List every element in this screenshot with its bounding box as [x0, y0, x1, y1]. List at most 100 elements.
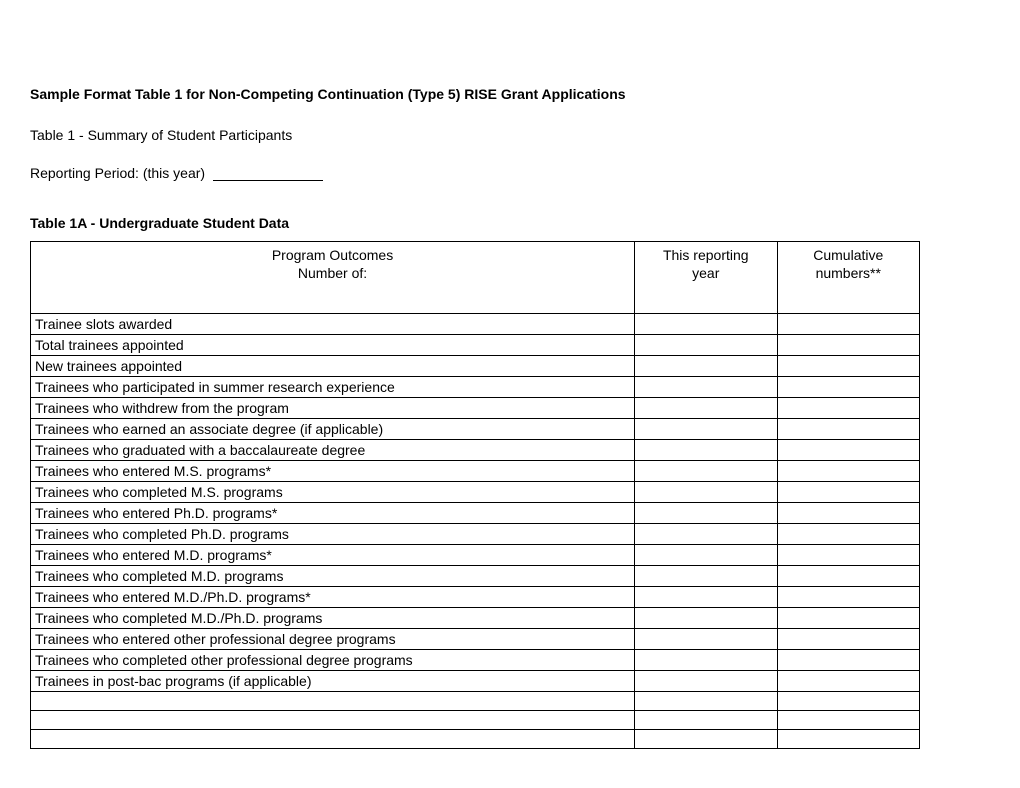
row-cumulative — [777, 711, 920, 730]
row-this-year — [635, 419, 777, 440]
row-cumulative — [777, 566, 920, 587]
row-cumulative — [777, 671, 920, 692]
row-this-year — [635, 650, 777, 671]
table-row: Trainees who earned an associate degree … — [31, 419, 920, 440]
row-this-year — [635, 545, 777, 566]
row-label: Trainees in post-bac programs (if applic… — [31, 671, 635, 692]
table-row: Trainees who completed M.S. programs — [31, 482, 920, 503]
table-row: Trainees who completed Ph.D. programs — [31, 524, 920, 545]
row-label: Trainees who completed M.D./Ph.D. progra… — [31, 608, 635, 629]
row-cumulative — [777, 377, 920, 398]
table-row: Total trainees appointed — [31, 335, 920, 356]
row-this-year — [635, 335, 777, 356]
row-this-year — [635, 587, 777, 608]
row-this-year — [635, 356, 777, 377]
row-label: Trainee slots awarded — [31, 314, 635, 335]
table-row: Trainees who completed M.D. programs — [31, 566, 920, 587]
row-cumulative — [777, 629, 920, 650]
reporting-period-line: Reporting Period: (this year) — [30, 165, 990, 181]
header-cumulative: Cumulative numbers** — [777, 241, 920, 314]
row-cumulative — [777, 545, 920, 566]
row-label: Trainees who entered M.S. programs* — [31, 461, 635, 482]
row-cumulative — [777, 314, 920, 335]
row-this-year — [635, 711, 777, 730]
reporting-period-blank — [213, 180, 323, 181]
table-row: New trainees appointed — [31, 356, 920, 377]
row-label: Trainees who completed M.D. programs — [31, 566, 635, 587]
row-label — [31, 692, 635, 711]
row-cumulative — [777, 692, 920, 711]
row-cumulative — [777, 335, 920, 356]
row-cumulative — [777, 440, 920, 461]
table-row: Trainee slots awarded — [31, 314, 920, 335]
header-outcomes-line2: Number of: — [298, 265, 367, 281]
row-cumulative — [777, 461, 920, 482]
table-row — [31, 711, 920, 730]
row-label: Trainees who completed Ph.D. programs — [31, 524, 635, 545]
row-label — [31, 711, 635, 730]
reporting-period-label: Reporting Period: (this year) — [30, 165, 205, 181]
row-cumulative — [777, 730, 920, 749]
header-this-year: This reporting year — [635, 241, 777, 314]
header-outcomes-line1: Program Outcomes — [272, 247, 393, 263]
undergraduate-data-table: Program Outcomes Number of: This reporti… — [30, 241, 920, 750]
row-label: Trainees who entered other professional … — [31, 629, 635, 650]
row-this-year — [635, 566, 777, 587]
row-cumulative — [777, 398, 920, 419]
row-this-year — [635, 524, 777, 545]
header-cumulative-line1: Cumulative — [813, 247, 883, 263]
row-this-year — [635, 503, 777, 524]
row-this-year — [635, 377, 777, 398]
table-header-row: Program Outcomes Number of: This reporti… — [31, 241, 920, 314]
row-cumulative — [777, 587, 920, 608]
table-row: Trainees who completed other professiona… — [31, 650, 920, 671]
row-label: Trainees who entered Ph.D. programs* — [31, 503, 635, 524]
row-cumulative — [777, 503, 920, 524]
table-row: Trainees who entered M.D. programs* — [31, 545, 920, 566]
row-this-year — [635, 461, 777, 482]
row-this-year — [635, 730, 777, 749]
table-row: Trainees who participated in summer rese… — [31, 377, 920, 398]
row-label: Trainees who completed other professiona… — [31, 650, 635, 671]
row-this-year — [635, 314, 777, 335]
row-label: Trainees who earned an associate degree … — [31, 419, 635, 440]
row-label: Total trainees appointed — [31, 335, 635, 356]
table-row: Trainees who entered Ph.D. programs* — [31, 503, 920, 524]
row-cumulative — [777, 650, 920, 671]
header-program-outcomes: Program Outcomes Number of: — [31, 241, 635, 314]
row-cumulative — [777, 419, 920, 440]
table-row — [31, 692, 920, 711]
row-this-year — [635, 482, 777, 503]
row-label: Trainees who entered M.D. programs* — [31, 545, 635, 566]
document-title: Sample Format Table 1 for Non-Competing … — [30, 85, 730, 105]
row-cumulative — [777, 524, 920, 545]
table-row — [31, 730, 920, 749]
table-row: Trainees who entered M.D./Ph.D. programs… — [31, 587, 920, 608]
row-label: Trainees who graduated with a baccalaure… — [31, 440, 635, 461]
row-label: New trainees appointed — [31, 356, 635, 377]
row-cumulative — [777, 608, 920, 629]
row-this-year — [635, 398, 777, 419]
row-this-year — [635, 629, 777, 650]
table-1a-heading: Table 1A - Undergraduate Student Data — [30, 215, 990, 231]
row-this-year — [635, 671, 777, 692]
table-row: Trainees who completed M.D./Ph.D. progra… — [31, 608, 920, 629]
table-row: Trainees who graduated with a baccalaure… — [31, 440, 920, 461]
header-this-year-line1: This reporting — [663, 247, 749, 263]
table-row: Trainees who entered other professional … — [31, 629, 920, 650]
row-label — [31, 730, 635, 749]
header-cumulative-line2: numbers** — [816, 265, 881, 281]
row-label: Trainees who entered M.D./Ph.D. programs… — [31, 587, 635, 608]
row-label: Trainees who withdrew from the program — [31, 398, 635, 419]
row-label: Trainees who completed M.S. programs — [31, 482, 635, 503]
table-row: Trainees in post-bac programs (if applic… — [31, 671, 920, 692]
row-this-year — [635, 440, 777, 461]
row-label: Trainees who participated in summer rese… — [31, 377, 635, 398]
row-cumulative — [777, 482, 920, 503]
row-this-year — [635, 692, 777, 711]
table-row: Trainees who entered M.S. programs* — [31, 461, 920, 482]
row-this-year — [635, 608, 777, 629]
table-subtitle: Table 1 - Summary of Student Participant… — [30, 127, 990, 143]
header-this-year-line2: year — [692, 265, 719, 281]
row-cumulative — [777, 356, 920, 377]
